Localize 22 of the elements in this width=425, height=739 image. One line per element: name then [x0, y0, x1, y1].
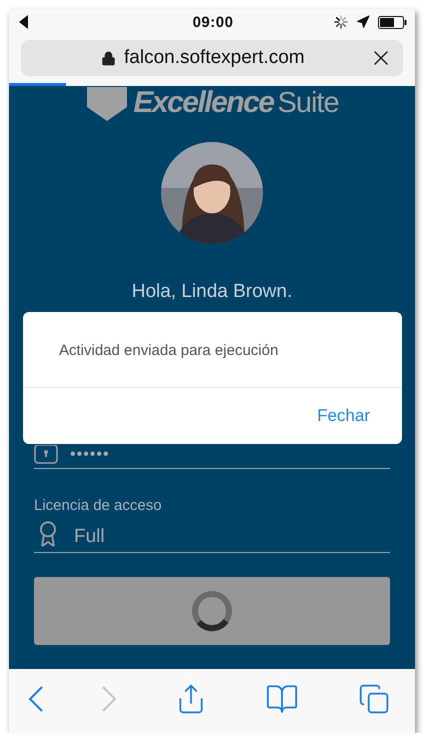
logo-text: Excellence: [133, 86, 274, 120]
address-bar[interactable]: falcon.softexpert.com: [21, 40, 403, 76]
greeting-text: Hola, Linda Brown.: [130, 281, 294, 303]
password-icon: [34, 445, 58, 464]
location-icon: [356, 15, 370, 29]
lock-icon: [101, 50, 116, 66]
shield-logo-icon: [85, 86, 130, 123]
battery-icon: [378, 16, 407, 28]
license-field[interactable]: Full: [34, 520, 390, 553]
close-alert-button[interactable]: Fechar: [315, 404, 372, 428]
status-time: 09:00: [192, 14, 234, 30]
forward-icon: [102, 686, 116, 712]
tabs-icon: [358, 683, 390, 715]
activity-icon: [334, 15, 348, 29]
license-label: Licencia de acceso: [34, 497, 163, 514]
back-button[interactable]: [29, 686, 43, 712]
url-text: falcon.softexpert.com: [124, 47, 306, 69]
back-icon: [29, 686, 43, 712]
logo-text: Suite: [278, 86, 339, 120]
alert-message: Actividad enviada para ejecución: [23, 312, 402, 388]
tabs-button[interactable]: [358, 683, 390, 715]
back-arrow-icon[interactable]: [19, 15, 28, 29]
